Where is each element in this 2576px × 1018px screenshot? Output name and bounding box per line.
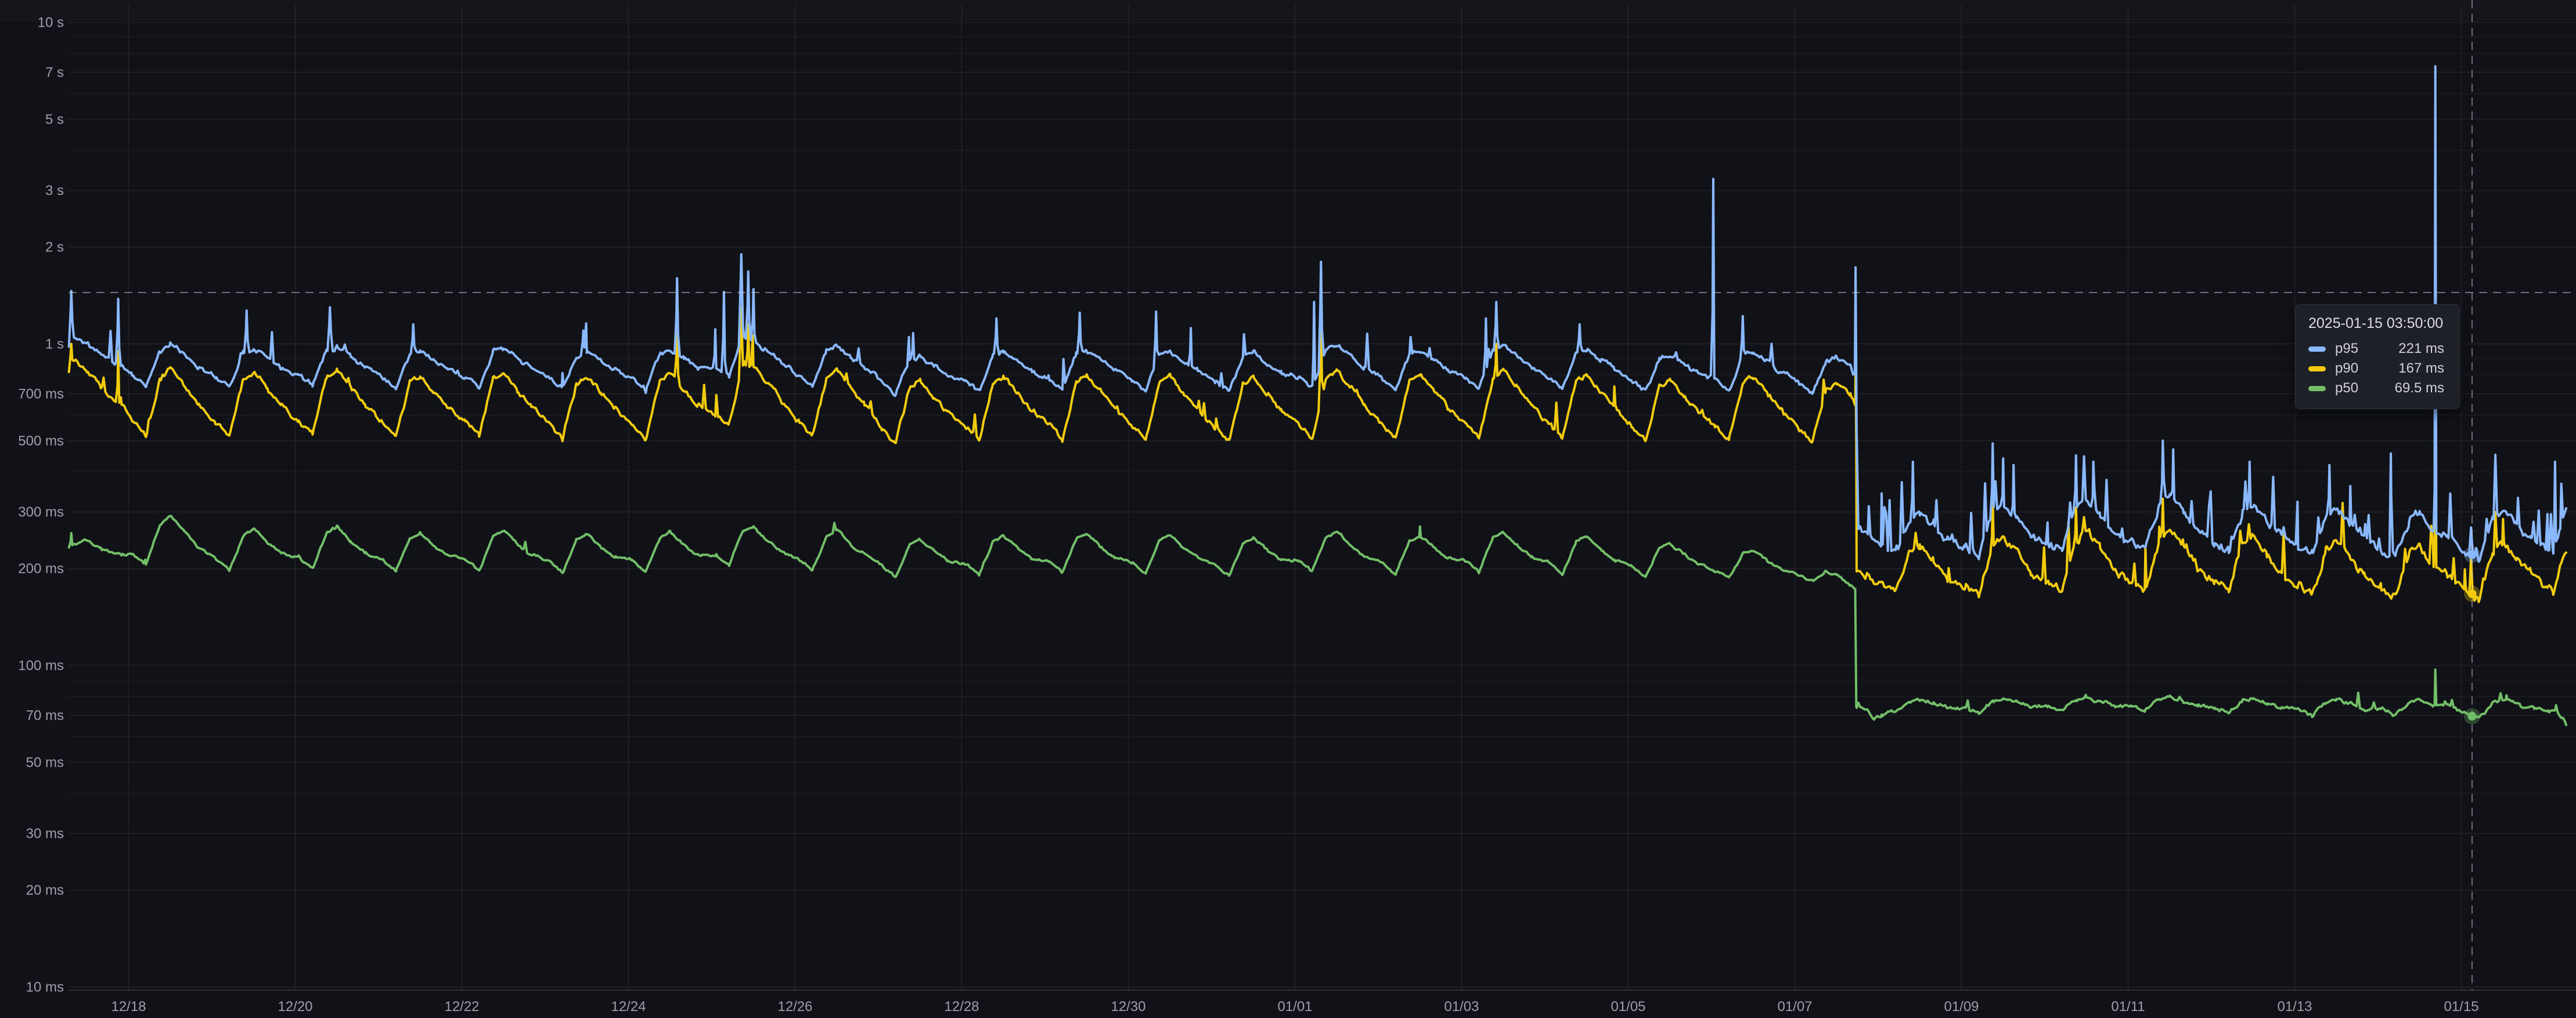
x-axis-labels: 12/18 12/20 12/22 12/24 12/26 12/28 12/30 01/01…: [111, 999, 2478, 1015]
tooltip-series-value: 221 ms: [2398, 341, 2450, 357]
svg-text:500 ms: 500 ms: [18, 433, 64, 449]
svg-text:12/20: 12/20: [278, 999, 312, 1015]
grafana-timeseries-panel: 10 s 7 s 5 s 3 s 2 s 1 s 700 ms 500 ms 300 ms 200…: [0, 0, 2576, 1018]
svg-text:01/03: 01/03: [1444, 999, 1479, 1015]
svg-text:10 s: 10 s: [38, 15, 64, 31]
gridlines-minor: [69, 37, 2576, 793]
svg-text:01/07: 01/07: [1777, 999, 1812, 1015]
tooltip-series-value: 167 ms: [2398, 360, 2450, 377]
tooltip: 2025-01-15 03:50:00 p95 221 ms p90 167 m…: [2295, 304, 2460, 409]
svg-text:12/30: 12/30: [1111, 999, 1145, 1015]
tooltip-series-value: 69.5 ms: [2395, 380, 2450, 396]
svg-text:7 s: 7 s: [45, 64, 64, 80]
tooltip-row: p90 167 ms: [2308, 359, 2450, 378]
svg-text:01/05: 01/05: [1611, 999, 1645, 1015]
svg-text:2 s: 2 s: [45, 240, 64, 255]
svg-text:70 ms: 70 ms: [26, 707, 64, 723]
svg-text:12/18: 12/18: [111, 999, 146, 1015]
svg-text:30 ms: 30 ms: [26, 826, 64, 842]
panel-top-band: [0, 0, 2576, 21]
tooltip-row: p50 69.5 ms: [2308, 378, 2450, 398]
svg-text:12/28: 12/28: [944, 999, 979, 1015]
svg-text:12/22: 12/22: [444, 999, 479, 1015]
svg-text:5 s: 5 s: [45, 111, 64, 127]
svg-text:01/09: 01/09: [1944, 999, 1979, 1015]
svg-text:3 s: 3 s: [45, 183, 64, 198]
timeseries-chart[interactable]: 10 s 7 s 5 s 3 s 2 s 1 s 700 ms 500 ms 300 ms 200…: [0, 0, 2576, 1018]
svg-text:01/13: 01/13: [2277, 999, 2312, 1015]
tooltip-series-label: p95: [2335, 341, 2358, 357]
series-color-chip-p90: [2308, 366, 2326, 371]
svg-text:1 s: 1 s: [45, 337, 64, 352]
hover-point-p90: [2468, 590, 2477, 598]
series-color-chip-p95: [2308, 346, 2326, 352]
svg-text:20 ms: 20 ms: [26, 883, 64, 898]
series-color-chip-p50: [2308, 386, 2326, 391]
svg-text:10 ms: 10 ms: [26, 980, 64, 995]
svg-text:100 ms: 100 ms: [18, 658, 64, 674]
tooltip-timestamp: 2025-01-15 03:50:00: [2308, 315, 2450, 332]
svg-text:200 ms: 200 ms: [18, 561, 64, 577]
svg-text:300 ms: 300 ms: [18, 504, 64, 520]
hover-point-p95: [2468, 550, 2477, 559]
svg-text:12/26: 12/26: [777, 999, 812, 1015]
tooltip-series-label: p90: [2335, 360, 2358, 377]
svg-text:01/01: 01/01: [1277, 999, 1312, 1015]
chart-background: [0, 0, 2576, 1018]
svg-text:50 ms: 50 ms: [26, 755, 64, 770]
svg-text:700 ms: 700 ms: [18, 386, 64, 402]
svg-text:12/24: 12/24: [611, 999, 646, 1015]
svg-text:01/15: 01/15: [2444, 999, 2478, 1015]
hover-point-p50: [2468, 712, 2477, 721]
svg-text:01/11: 01/11: [2111, 999, 2145, 1015]
tooltip-series-label: p50: [2335, 380, 2358, 396]
tooltip-row: p95 221 ms: [2308, 339, 2450, 359]
